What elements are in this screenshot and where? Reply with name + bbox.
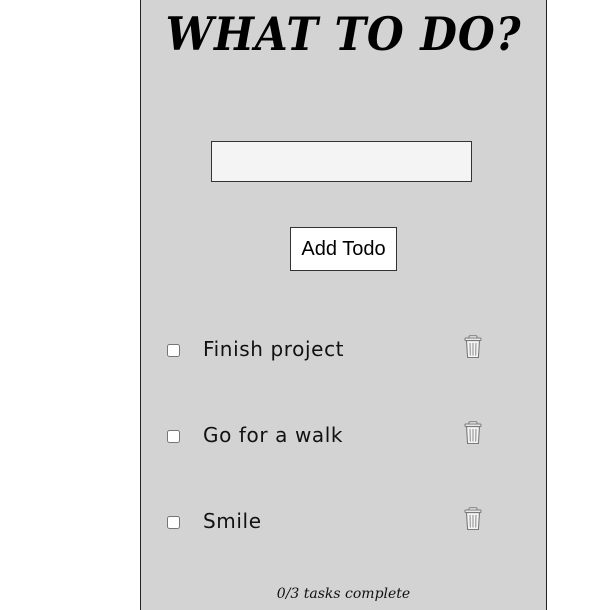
todo-item: Go for a walk <box>141 417 546 457</box>
page-title: WHAT TO DO? <box>165 7 522 61</box>
todo-text: Go for a walk <box>203 423 344 447</box>
todo-input[interactable] <box>211 141 472 182</box>
trash-icon[interactable] <box>464 335 482 359</box>
todo-text: Smile <box>203 509 262 533</box>
todo-text: Finish project <box>203 337 345 361</box>
todo-checkbox[interactable] <box>167 516 180 529</box>
todo-checkbox[interactable] <box>167 430 180 443</box>
tasks-complete-status: 0/3 tasks complete <box>276 586 411 602</box>
todo-panel: WHAT TO DO? Add Todo Finish project Go f… <box>140 0 547 610</box>
todo-item: Smile <box>141 503 546 543</box>
add-todo-button[interactable]: Add Todo <box>290 227 397 271</box>
todo-checkbox[interactable] <box>167 344 180 357</box>
trash-icon[interactable] <box>464 421 482 445</box>
todo-item: Finish project <box>141 331 546 371</box>
trash-icon[interactable] <box>464 507 482 531</box>
